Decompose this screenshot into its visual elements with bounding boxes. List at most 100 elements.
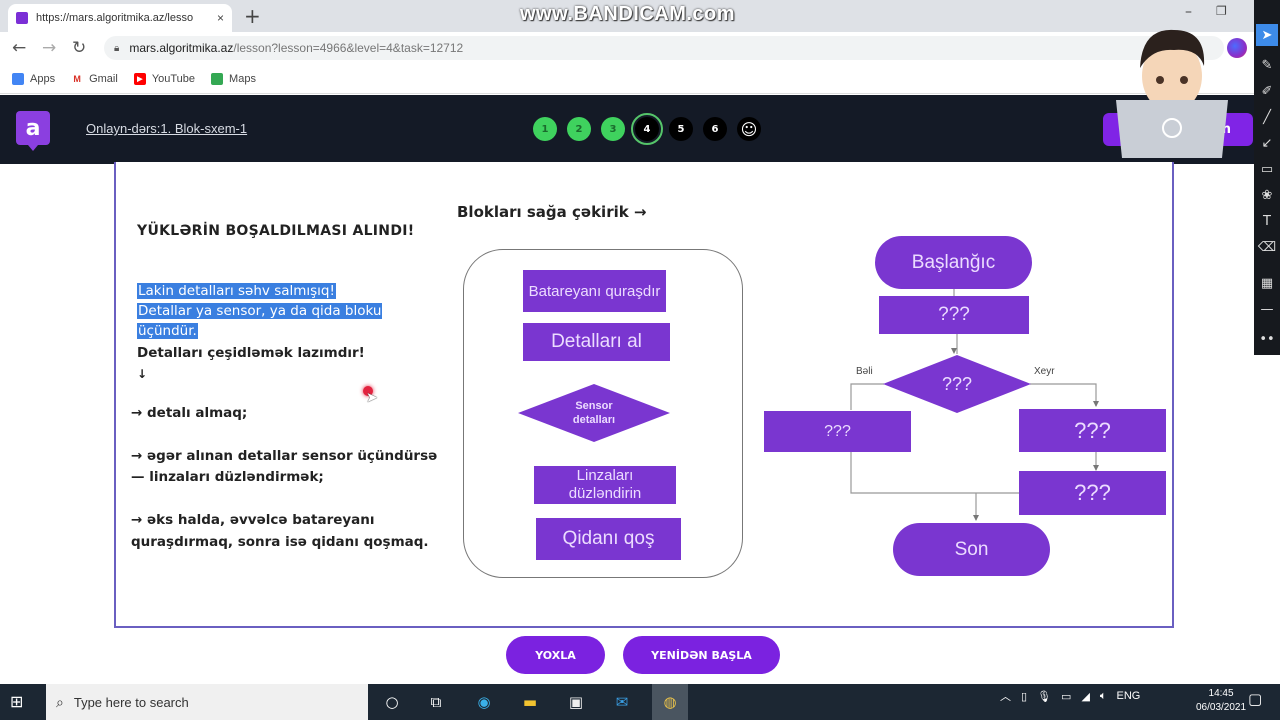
sort-instruction: Detalları çeşidləmək lazımdır!	[137, 345, 365, 361]
flow-slot-decision[interactable]: ???	[883, 355, 1031, 413]
language-indicator[interactable]: ENG	[1117, 690, 1141, 702]
microphone-icon[interactable]: 🎙︎	[1037, 690, 1051, 703]
check-button[interactable]: YOXLA	[506, 636, 605, 674]
algoritmika-logo[interactable]: a	[16, 111, 50, 151]
flow-slot-no-branch-2[interactable]: ???	[1019, 471, 1166, 515]
restart-button[interactable]: YENİDƏN BAŞLA	[623, 636, 780, 674]
drawing-toolbar: ➤ ✎ ✐ ╱ ↙ ▭ ❀ T ⌫ ▦ — ••	[1254, 0, 1280, 355]
algorithm-step-2b: — linzaları düzləndirmək;	[131, 469, 324, 485]
text-tool-icon[interactable]: T	[1256, 210, 1278, 232]
flow-slot-no-branch-1[interactable]: ???	[1019, 409, 1166, 452]
new-tab-button[interactable]: +	[244, 4, 261, 28]
more-tools-icon[interactable]: ••	[1256, 328, 1278, 350]
search-icon: ⌕	[56, 693, 64, 710]
diamond-label: Sensor detalları	[572, 400, 616, 426]
rectangle-tool-icon[interactable]: ▭	[1256, 158, 1278, 180]
selected-text: Lakin detalları səhv salmışıq! Detallar …	[137, 281, 383, 341]
bookmark-label: Gmail	[89, 72, 118, 85]
close-tab-icon[interactable]: ×	[217, 11, 224, 25]
gmail-icon: M	[71, 72, 84, 85]
flow-slot-yes-branch[interactable]: ???	[764, 411, 911, 452]
url-input[interactable]: 🔒︎ mars.algoritmika.az/lesson?lesson=496…	[104, 36, 1224, 60]
device-icon[interactable]: ▯	[1021, 690, 1027, 703]
task-view-icon[interactable]: ⧉	[424, 690, 448, 714]
battery-icon[interactable]: ▭	[1061, 690, 1071, 703]
clock-time: 14:45	[1208, 688, 1234, 699]
youtube-icon: ▶	[133, 72, 146, 85]
mouse-cursor-icon: ➤	[366, 390, 378, 406]
taskbar-clock[interactable]: 14:45 06/03/2021	[1196, 687, 1246, 715]
highlight-line-3: üçündür.	[137, 323, 198, 339]
palette-block-battery[interactable]: Batareyanı quraşdır	[523, 270, 666, 312]
mail-icon[interactable]: ✉	[610, 690, 634, 714]
search-placeholder: Type here to search	[73, 694, 189, 710]
wifi-icon[interactable]: ◢	[1081, 690, 1089, 703]
highlight-line-1: Lakin detalları səhv salmışıq!	[137, 283, 336, 299]
flow-slot-step[interactable]: ???	[879, 296, 1029, 334]
notification-center-icon[interactable]: ▢	[1248, 690, 1262, 708]
opacity-tool-icon[interactable]: ▦	[1256, 272, 1278, 294]
site-favicon-icon	[16, 12, 28, 24]
palette-block-sensor-decision[interactable]: Sensor detalları	[518, 384, 670, 442]
bookmark-label: YouTube	[151, 72, 196, 85]
chrome-taskbar-icon[interactable]: ◍	[652, 684, 688, 720]
maps-icon	[211, 72, 224, 85]
lesson-title-link[interactable]: Onlayn-dərs:1. Blok-sxem-1	[86, 121, 247, 136]
edge-browser-icon[interactable]: ◉	[472, 690, 496, 714]
cortana-icon[interactable]: ○	[380, 690, 404, 714]
palette-block-lenses[interactable]: Linzaları düzləndirin	[534, 466, 676, 504]
task-heading: YÜKLƏRİN BOŞALDILMASI ALINDI!	[137, 223, 415, 239]
decision-label: ???	[941, 373, 973, 394]
bookmarks-bar: Apps M Gmail ▶ YouTube Maps	[0, 64, 1254, 94]
browser-tab[interactable]: https://mars.algoritmika.az/lesso ×	[8, 4, 232, 32]
url-path: /lesson?lesson=4966&level=4&task=12712	[233, 41, 464, 55]
store-icon[interactable]: ▣	[564, 690, 588, 714]
step-2[interactable]: 2	[567, 117, 591, 141]
highlight-line-2: Detallar ya sensor, ya da qida bloku	[137, 303, 383, 319]
system-tray: ︿ ▯ 🎙︎ ▭ ◢ 🔈︎ ENG	[1000, 688, 1140, 704]
step-5[interactable]: 5	[669, 117, 693, 141]
apps-grid-icon	[12, 72, 24, 85]
flow-start: Başlanğıc	[875, 236, 1032, 289]
yes-label: Bəli	[856, 366, 873, 377]
pen-tool-icon[interactable]: ✎	[1256, 54, 1278, 76]
step-6[interactable]: 6	[703, 117, 727, 141]
back-button[interactable]: ←	[12, 38, 26, 58]
recording-watermark: www.BANDICAM.com	[520, 3, 736, 25]
tab-title: https://mars.algoritmika.az/lesso	[36, 12, 194, 24]
palette-block-food[interactable]: Qidanı qoş	[536, 518, 681, 560]
maximize-button[interactable]: ❐	[1216, 4, 1227, 18]
line-width-icon[interactable]: —	[1256, 298, 1278, 320]
windows-start-icon[interactable]: ⊞	[10, 692, 23, 711]
bookmark-youtube[interactable]: ▶ YouTube	[133, 72, 196, 85]
algorithm-step-3b: quraşdırmaq, sonra isə qidanı qoşmaq.	[131, 534, 429, 550]
arrow-tool-icon[interactable]: ↙	[1256, 132, 1278, 154]
step-final-smiley-icon[interactable]: ☺	[737, 117, 761, 141]
reload-button[interactable]: ↻	[72, 38, 86, 58]
pointer-tool-icon[interactable]: ➤	[1256, 24, 1278, 46]
bookmark-apps[interactable]: Apps	[12, 72, 55, 85]
stamp-tool-icon[interactable]: ❀	[1256, 184, 1278, 206]
file-explorer-icon[interactable]: ▬	[518, 690, 542, 714]
step-3[interactable]: 3	[601, 117, 625, 141]
no-label: Xeyr	[1034, 366, 1055, 377]
task-progress-steps: 1 2 3 4 5 6 ☺	[533, 113, 761, 145]
step-1[interactable]: 1	[533, 117, 557, 141]
algorithm-step-3a: → əks halda, əvvəlcə batareyanı	[131, 512, 375, 528]
volume-icon[interactable]: 🔈︎	[1100, 690, 1107, 703]
show-hidden-icons-icon[interactable]: ︿	[1000, 688, 1011, 704]
step-4-current[interactable]: 4	[631, 113, 663, 145]
palette-title: Blokları sağa çəkirik →	[457, 203, 647, 221]
eraser-tool-icon[interactable]: ⌫	[1256, 236, 1278, 258]
bookmark-gmail[interactable]: M Gmail	[71, 72, 118, 85]
highlighter-tool-icon[interactable]: ✐	[1256, 80, 1278, 102]
bookmark-maps[interactable]: Maps	[211, 72, 256, 85]
bookmark-label: Maps	[229, 72, 256, 85]
forward-button[interactable]: →	[42, 38, 56, 58]
line-tool-icon[interactable]: ╱	[1256, 106, 1278, 128]
clock-date: 06/03/2021	[1196, 702, 1247, 713]
url-host: mars.algoritmika.az	[129, 41, 234, 55]
algorithm-step-1: → detalı almaq;	[131, 405, 248, 421]
palette-block-get-details[interactable]: Detalları al	[523, 323, 670, 361]
taskbar-search-input[interactable]: ⌕ Type here to search	[46, 684, 368, 720]
